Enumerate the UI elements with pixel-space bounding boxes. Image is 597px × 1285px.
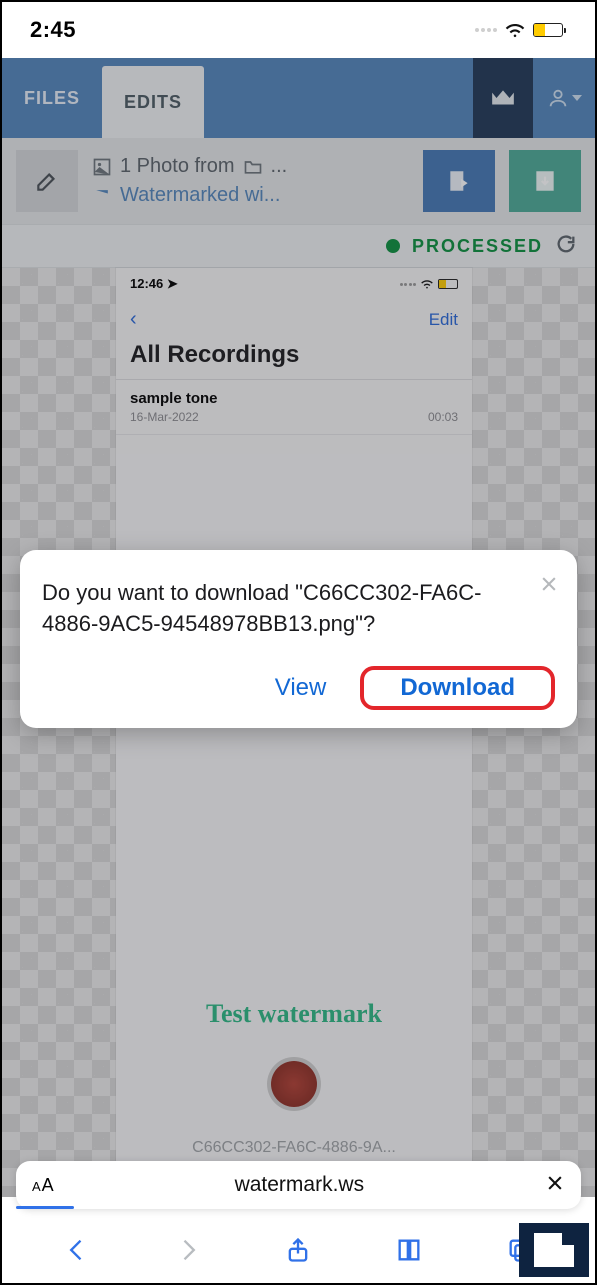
edit-project-button[interactable] <box>16 150 78 212</box>
status-right <box>475 22 563 38</box>
project-info: 1 Photo from ... Watermarked wi... <box>92 155 409 207</box>
reload-button[interactable] <box>555 233 577 260</box>
annotation-highlight: Download <box>360 666 555 710</box>
status-time: 2:45 <box>30 17 76 43</box>
project-bar: 1 Photo from ... Watermarked wi... <box>2 138 595 224</box>
wifi-icon <box>504 22 526 38</box>
preview-record-button-icon <box>271 1061 317 1107</box>
dialog-download-button[interactable]: Download <box>382 668 533 707</box>
type-icon <box>92 186 112 206</box>
image-filename-label: C66CC302-FA6C-4886-9A... <box>192 1139 396 1157</box>
export-button[interactable] <box>423 150 495 212</box>
cellular-dots-icon <box>475 28 497 32</box>
preview-recording-item: sample tone 16-Mar-2022 00:03 <box>116 380 472 435</box>
preview-back-button: ‹ <box>130 308 137 331</box>
preview-wifi-icon <box>420 279 434 289</box>
dialog-view-button[interactable]: View <box>275 674 327 702</box>
dialog-close-button[interactable] <box>537 572 561 596</box>
status-label: PROCESSED <box>412 236 543 257</box>
profile-menu-button[interactable] <box>533 58 595 138</box>
download-button[interactable] <box>509 150 581 212</box>
share-button[interactable] <box>284 1236 312 1269</box>
project-line-1: 1 Photo from ... <box>92 155 409 178</box>
status-dot-icon <box>386 239 400 253</box>
image-icon <box>92 157 112 177</box>
preview-edit-link: Edit <box>429 310 458 330</box>
chevron-down-icon <box>572 95 582 101</box>
corner-watermark-badge: GAD <box>519 1223 589 1277</box>
watermark-text: Test watermark <box>206 999 382 1029</box>
preview-battery-icon <box>438 279 458 289</box>
premium-crown-button[interactable] <box>473 58 533 138</box>
nav-back-button[interactable] <box>63 1236 91 1269</box>
status-row: PROCESSED <box>2 224 595 268</box>
preview-status-bar: 12:46 ➤ <box>116 268 472 294</box>
download-dialog: Do you want to download "C66CC302-FA6C-4… <box>20 550 577 728</box>
battery-icon <box>533 23 563 37</box>
dialog-message: Do you want to download "C66CC302-FA6C-4… <box>42 578 502 640</box>
tab-edits[interactable]: EDITS <box>102 66 204 138</box>
top-tab-bar: FILES EDITS <box>2 58 595 138</box>
device-status-bar: 2:45 <box>2 2 595 58</box>
preview-canvas: 12:46 ➤ ‹ Edit All Recordings sample ton… <box>2 268 595 1197</box>
folder-icon <box>243 157 263 177</box>
tab-files[interactable]: FILES <box>2 58 102 138</box>
nav-forward-button[interactable] <box>174 1236 202 1269</box>
address-url: watermark.ws <box>54 1173 545 1197</box>
safari-address-bar[interactable]: AA watermark.ws <box>16 1161 581 1209</box>
stop-reload-button[interactable] <box>545 1173 565 1198</box>
preview-cell-icon <box>400 283 417 286</box>
project-line-2[interactable]: Watermarked wi... <box>92 184 409 207</box>
preview-image: 12:46 ➤ ‹ Edit All Recordings sample ton… <box>116 268 472 1197</box>
text-size-button[interactable]: AA <box>32 1175 54 1196</box>
safari-toolbar <box>2 1197 595 1283</box>
bookmarks-button[interactable] <box>395 1236 423 1269</box>
preview-title: All Recordings <box>116 339 472 380</box>
preview-nav: ‹ Edit <box>116 294 472 339</box>
page-load-progress <box>16 1206 74 1209</box>
location-arrow-icon: ➤ <box>167 276 178 292</box>
